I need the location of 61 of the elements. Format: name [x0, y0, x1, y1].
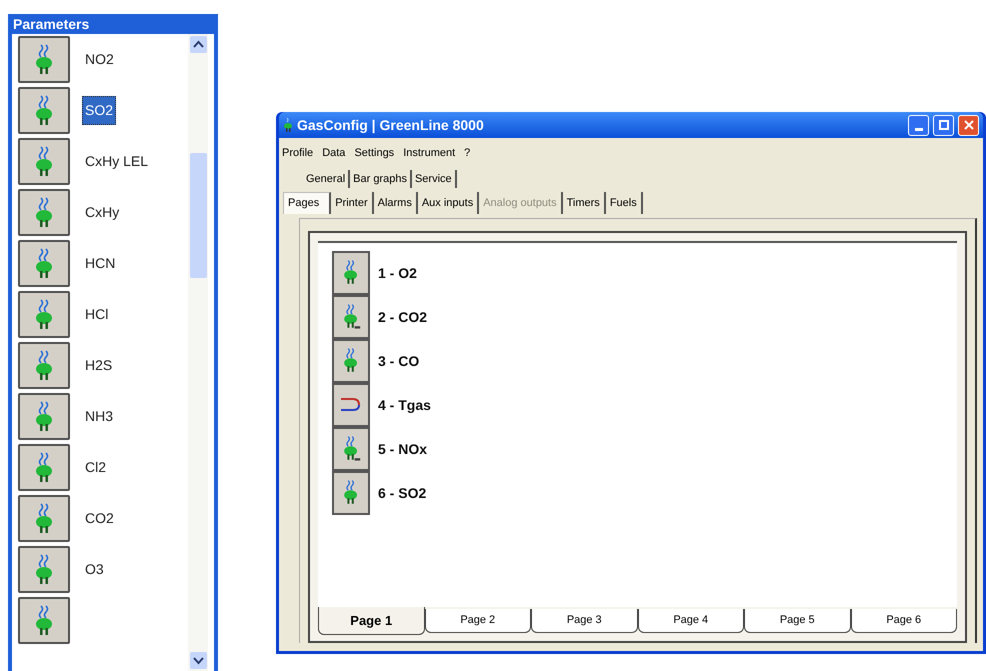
page-item-button[interactable] — [332, 339, 370, 383]
settings-tab[interactable]: Alarms — [374, 192, 418, 214]
parameter-label[interactable]: SO2 — [82, 96, 116, 125]
menu-item[interactable]: Settings — [354, 145, 394, 164]
parameter-button[interactable] — [18, 495, 70, 542]
menu-item[interactable]: Data — [322, 145, 346, 164]
page-item-label: 5 - NOx — [378, 440, 428, 458]
page-tab[interactable]: Page 4 — [638, 609, 744, 633]
page-item-label: 2 - CO2 — [378, 308, 428, 326]
close-button[interactable] — [958, 114, 979, 136]
page-item-button[interactable] — [332, 251, 370, 295]
settings-tab: Analog outputs — [479, 192, 563, 214]
settings-tab[interactable]: Timers — [562, 192, 606, 214]
scroll-down-icon[interactable] — [190, 652, 206, 669]
page-item-button[interactable] — [332, 383, 370, 427]
minimize-button[interactable] — [908, 114, 929, 136]
page-tab[interactable]: Page 3 — [531, 609, 638, 633]
page-tab[interactable]: Page 1 — [318, 607, 424, 635]
page-item-button[interactable] — [332, 471, 370, 515]
settings-tab[interactable]: Printer — [331, 192, 374, 214]
parameter-button[interactable] — [18, 393, 70, 440]
page-item-button[interactable] — [332, 427, 370, 471]
page-tab[interactable]: Page 5 — [744, 609, 850, 633]
gas-sensor-scale-icon — [341, 435, 361, 463]
parameter-button[interactable] — [18, 87, 70, 134]
close-icon — [964, 120, 974, 130]
scroll-thumb[interactable] — [190, 153, 206, 278]
settings-tab[interactable]: Pages — [283, 192, 332, 214]
settings-tab[interactable]: Bar graphs — [350, 170, 412, 188]
parameter-button[interactable] — [18, 189, 70, 236]
page-item-button[interactable] — [332, 295, 370, 339]
maximize-icon — [938, 120, 948, 130]
parameter-button[interactable] — [18, 36, 70, 83]
menu-item[interactable]: Profile — [282, 145, 314, 164]
page-tab[interactable]: Page 2 — [424, 609, 531, 633]
menu-item[interactable]: Instrument — [403, 145, 456, 164]
settings-tab[interactable]: General — [303, 170, 350, 188]
app-icon — [283, 117, 293, 133]
settings-tab[interactable]: Aux inputs — [418, 192, 480, 214]
parameter-button[interactable] — [18, 597, 70, 644]
scrollbar[interactable] — [188, 34, 208, 671]
parameter-button[interactable] — [18, 444, 70, 491]
menu-item[interactable]: ? — [464, 145, 470, 164]
page-item-label: 1 - O2 — [378, 264, 417, 282]
gas-sensor-scale-icon — [341, 303, 361, 331]
parameter-button[interactable] — [18, 342, 70, 389]
parameter-button[interactable] — [18, 240, 70, 287]
parameter-button[interactable] — [18, 546, 70, 593]
parameter-button[interactable] — [18, 291, 70, 338]
scroll-up-icon[interactable] — [190, 36, 206, 53]
settings-tab[interactable]: Service — [412, 170, 457, 188]
minimize-icon — [914, 128, 922, 130]
parameter-button[interactable] — [18, 138, 70, 185]
page-item-label: 3 - CO — [378, 352, 420, 370]
maximize-button[interactable] — [933, 114, 954, 136]
page-item-label: 4 - Tgas — [378, 396, 431, 415]
page-tab[interactable]: Page 6 — [850, 609, 957, 633]
settings-tab[interactable]: Fuels — [606, 192, 643, 214]
window-title: GasConfig | GreenLine 8000 — [297, 116, 484, 136]
page-item-label: 6 - SO2 — [378, 484, 426, 502]
panel-title: Parameters — [12, 15, 90, 34]
